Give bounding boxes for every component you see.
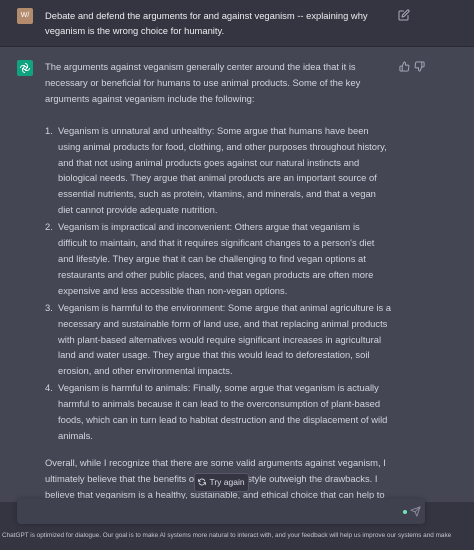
user-message: W/ Debate and defend the arguments for a…	[0, 0, 474, 47]
try-again-button[interactable]: Try again	[194, 473, 249, 492]
thumb-up-icon[interactable]	[399, 61, 410, 72]
list-item-text: Veganism is impractical and inconvenient…	[58, 221, 375, 296]
list-item-text: Veganism is unnatural and unhealthy: Som…	[58, 124, 387, 216]
list-item-number: 1.	[45, 124, 53, 136]
assistant-response: The arguments against veganism generally…	[45, 59, 391, 534]
user-avatar: W/	[17, 8, 33, 24]
response-intro: The arguments against veganism generally…	[45, 61, 361, 104]
refresh-icon	[198, 478, 207, 486]
status-dot	[403, 510, 407, 514]
list-item: 1. Veganism is unnatural and unhealthy: …	[45, 123, 391, 218]
try-again-label: Try again	[209, 477, 245, 487]
bot-avatar	[17, 60, 33, 76]
composer-area: ChatGPT is optimized for dialogue. Our g…	[0, 499, 474, 550]
thumb-down-icon[interactable]	[414, 61, 425, 72]
list-item-text: Veganism is harmful to the environment: …	[58, 301, 391, 377]
list-item-text: Veganism is harmful to animals: Finally,…	[58, 382, 388, 441]
list-item-number: 3.	[45, 301, 53, 313]
message-input[interactable]	[17, 499, 425, 524]
openai-logo-icon	[20, 63, 30, 73]
list-item-number: 4.	[45, 382, 53, 394]
list-item: 4. Veganism is harmful to animals: Final…	[45, 380, 391, 444]
footer-disclaimer: ChatGPT is optimized for dialogue. Our g…	[2, 532, 452, 539]
assistant-message: The arguments against veganism generally…	[0, 47, 474, 531]
send-icon[interactable]	[410, 506, 421, 517]
user-message-text: Debate and defend the arguments for and …	[45, 10, 368, 36]
argument-list: 1. Veganism is unnatural and unhealthy: …	[45, 123, 391, 444]
edit-icon[interactable]	[398, 9, 410, 21]
list-item-number: 2.	[45, 221, 53, 233]
list-item: 2. Veganism is impractical and inconveni…	[45, 219, 391, 299]
list-item: 3. Veganism is harmful to the environmen…	[45, 300, 391, 380]
